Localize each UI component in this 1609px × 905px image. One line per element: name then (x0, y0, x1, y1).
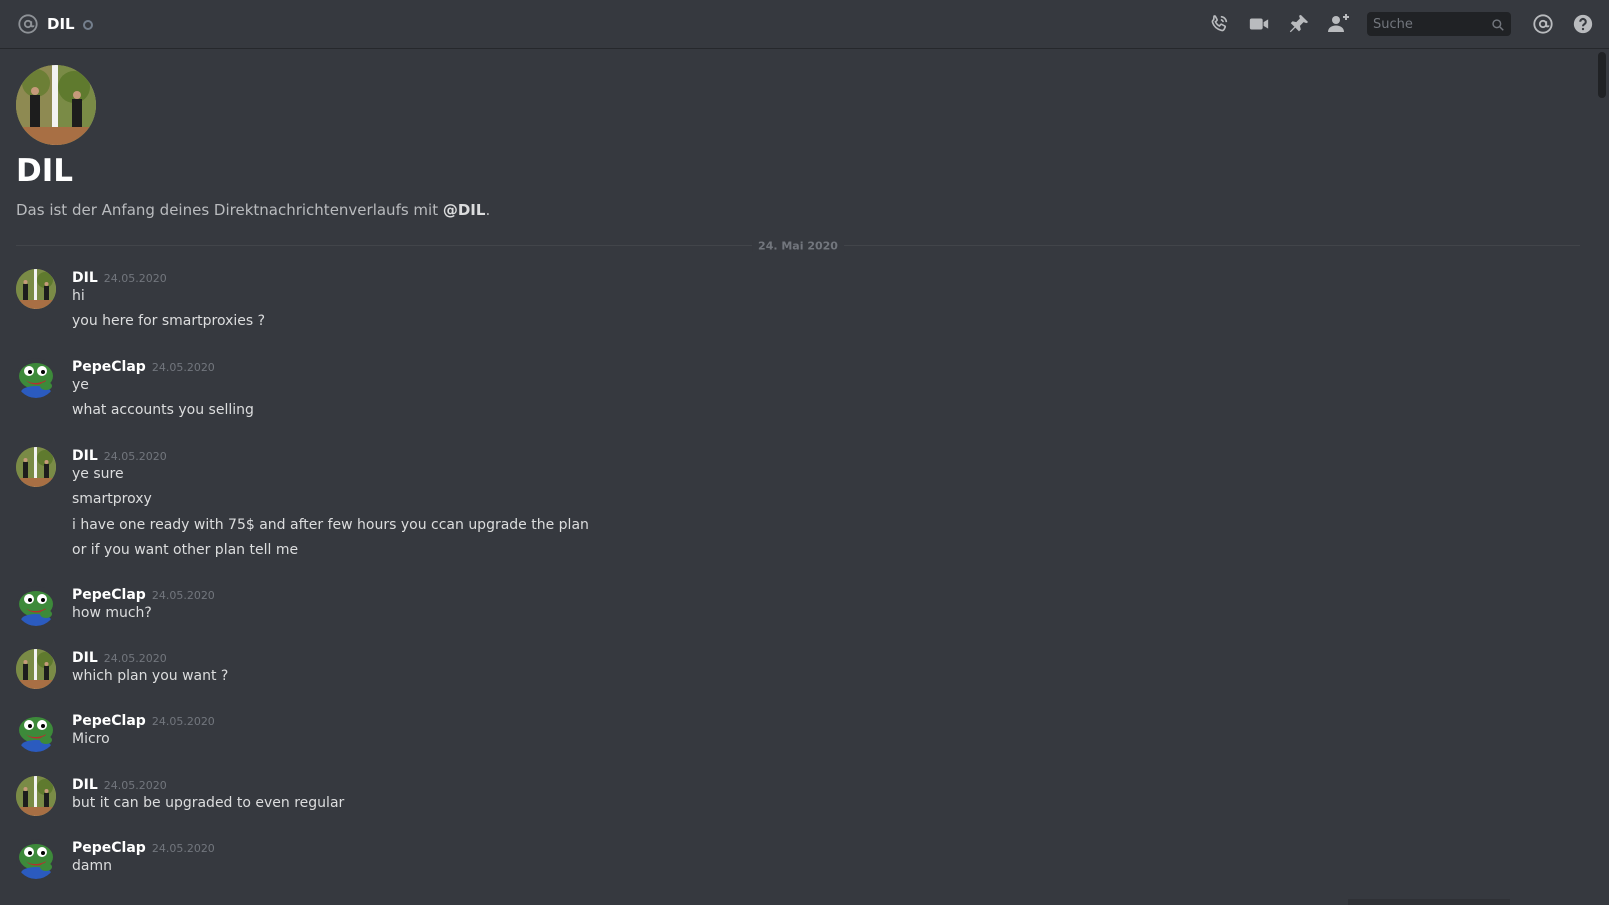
message-text: how much? (72, 605, 152, 621)
toolbar (1199, 0, 1609, 48)
avatar (16, 65, 96, 145)
channel-name: DIL (47, 15, 75, 33)
dm-intro (16, 65, 96, 145)
message-timestamp: 24.05.2020 (151, 842, 215, 855)
composer-edge (1348, 899, 1510, 905)
avatar[interactable] (16, 839, 56, 879)
message-author[interactable]: DIL (72, 270, 98, 286)
avatar[interactable] (16, 712, 56, 752)
message-text: i have one ready with 75$ and after few … (72, 517, 589, 533)
channel-header: DIL (0, 0, 1609, 49)
message-text: damn (72, 858, 112, 874)
message-author[interactable]: PepeClap (72, 587, 146, 603)
message-text: smartproxy (72, 491, 152, 507)
message-text: ye sure (72, 466, 124, 482)
message-timestamp: 24.05.2020 (151, 589, 215, 602)
search-bar[interactable] (1367, 12, 1511, 36)
video-icon[interactable] (1247, 12, 1271, 36)
dm-intro-text: Das ist der Anfang deines Direktnachrich… (16, 201, 443, 219)
avatar[interactable] (16, 586, 56, 626)
avatar[interactable] (16, 776, 56, 816)
message-author[interactable]: DIL (72, 448, 98, 464)
message-text: hi (72, 288, 85, 304)
message-author[interactable]: DIL (72, 650, 98, 666)
dm-intro-title: DIL (16, 153, 74, 189)
message-timestamp: 24.05.2020 (103, 272, 167, 285)
message-timestamp: 24.05.2020 (103, 652, 167, 665)
message-text: or if you want other plan tell me (72, 542, 299, 558)
avatar[interactable] (16, 358, 56, 398)
message-header: DIL 24.05.2020 (72, 445, 167, 464)
message-author[interactable]: DIL (72, 777, 98, 793)
user-mention[interactable]: @DIL (443, 201, 486, 219)
channel-header-left: DIL (17, 13, 93, 35)
help-icon[interactable] (1571, 12, 1595, 36)
message-timestamp: 24.05.2020 (151, 361, 215, 374)
message-author[interactable]: PepeClap (72, 359, 146, 375)
messages-scroller[interactable]: DIL Das ist der Anfang deines Direktnach… (0, 49, 1609, 905)
date-divider: 24. Mai 2020 (16, 239, 1580, 253)
message-author[interactable]: PepeClap (72, 840, 146, 856)
dm-intro-suffix: . (485, 201, 491, 219)
message-header: PepeClap 24.05.2020 (72, 837, 215, 856)
message-header: DIL 24.05.2020 (72, 267, 167, 286)
message-text: ye (72, 377, 89, 393)
message-timestamp: 24.05.2020 (103, 450, 167, 463)
mention-icon[interactable] (1531, 12, 1555, 36)
search-icon (1491, 17, 1505, 36)
message-author[interactable]: PepeClap (72, 713, 146, 729)
message-header: PepeClap 24.05.2020 (72, 710, 215, 729)
avatar[interactable] (16, 649, 56, 689)
message-text: you here for smartproxies ? (72, 313, 266, 329)
message-header: DIL 24.05.2020 (72, 647, 167, 666)
scrollbar-thumb[interactable] (1598, 52, 1606, 98)
date-divider-label: 24. Mai 2020 (752, 239, 844, 253)
phone-icon[interactable] (1207, 12, 1231, 36)
message-timestamp: 24.05.2020 (151, 715, 215, 728)
message-header: DIL 24.05.2020 (72, 774, 167, 793)
pin-icon[interactable] (1287, 12, 1311, 36)
message-text: what accounts you selling (72, 402, 254, 418)
message-text: Micro (72, 731, 110, 747)
avatar[interactable] (16, 447, 56, 487)
message-header: PepeClap 24.05.2020 (72, 356, 215, 375)
avatar[interactable] (16, 269, 56, 309)
message-text: but it can be upgraded to even regular (72, 795, 345, 811)
add-member-icon[interactable] (1327, 12, 1351, 36)
search-input[interactable] (1367, 16, 1483, 32)
message-text: which plan you want ? (72, 668, 229, 684)
message-header: PepeClap 24.05.2020 (72, 584, 215, 603)
dm-intro-subtitle: Das ist der Anfang deines Direktnachrich… (16, 201, 490, 219)
offline-status-icon (82, 20, 93, 30)
at-icon (17, 13, 39, 35)
message-timestamp: 24.05.2020 (103, 779, 167, 792)
